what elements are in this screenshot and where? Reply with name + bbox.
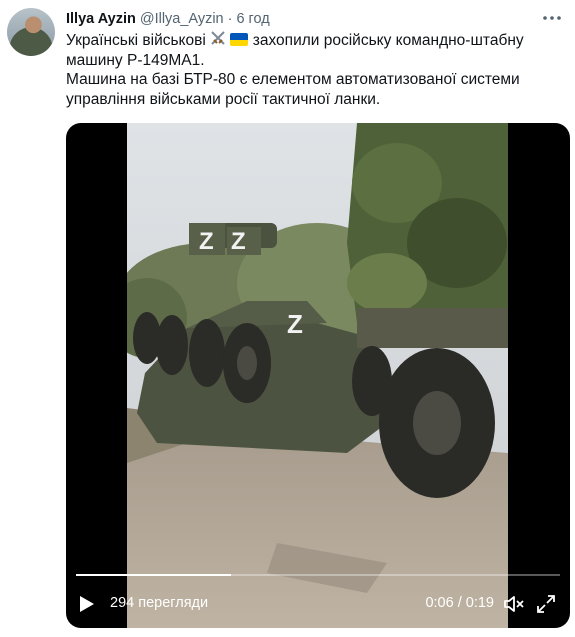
tweet-text-line1-part1: Українські військові [66, 32, 206, 49]
timecode: 0:06 / 0:19 [425, 595, 494, 611]
svg-text:Z: Z [199, 228, 214, 255]
ukraine-flag-icon [230, 33, 249, 46]
crossed-swords-icon [210, 31, 226, 51]
video-frame-image: Z Z Z [127, 123, 508, 628]
author-handle[interactable]: @Illya_Ayzin [140, 11, 224, 27]
progress-bar[interactable] [76, 574, 560, 576]
separator: · [227, 11, 233, 27]
more-horizontal-icon[interactable] [541, 8, 563, 28]
fullscreen-icon[interactable] [534, 592, 558, 616]
author-name[interactable]: Illya Ayzin [66, 11, 136, 27]
progress-fill [76, 574, 231, 576]
tweet-text-paragraph2: Машина на базі БТР-80 є елементом автома… [66, 71, 520, 108]
video-frame[interactable]: Z Z Z [127, 123, 508, 628]
tweet-header: Illya Ayzin @Illya_Ayzin · 6 год [66, 9, 270, 29]
svg-text:Z: Z [231, 228, 246, 255]
svg-text:Z: Z [287, 309, 303, 339]
timestamp[interactable]: 6 год [236, 11, 269, 27]
tweet-text: Українські військові захопили російську … [66, 31, 546, 109]
play-icon[interactable] [80, 596, 94, 612]
more-dots [543, 16, 561, 20]
view-count: 294 перегляди [110, 595, 209, 611]
tweet[interactable]: Illya Ayzin @Illya_Ayzin · 6 год Українс… [0, 0, 575, 637]
avatar[interactable] [7, 8, 55, 56]
video-player[interactable]: Z Z Z 294 перегляди 0:06 / 0:19 [66, 123, 570, 628]
video-controls: 294 перегляди 0:06 / 0:19 [66, 589, 570, 619]
volume-muted-icon[interactable] [502, 592, 526, 616]
